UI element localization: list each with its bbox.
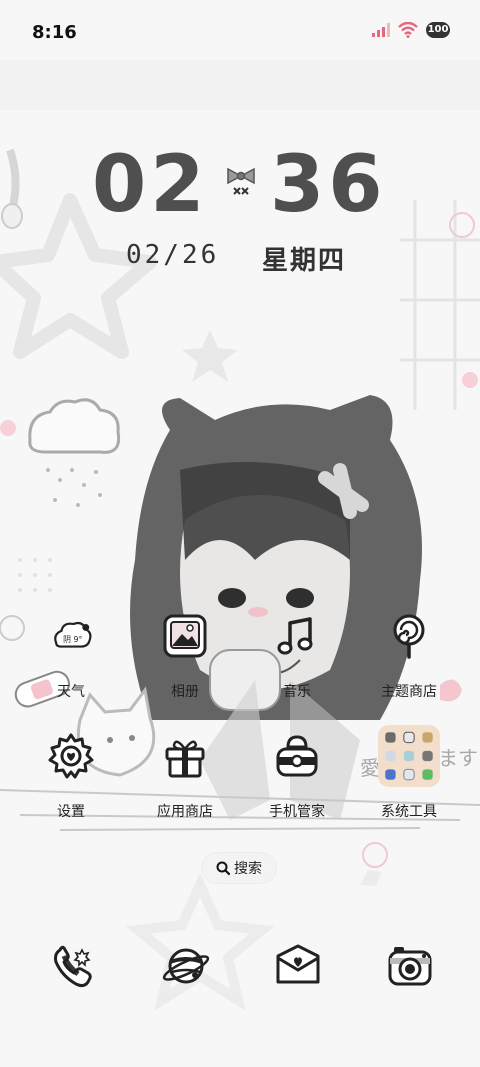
search-label: 搜索 xyxy=(234,861,262,877)
app-theme-store[interactable]: 主题商店 xyxy=(354,613,464,713)
lockclock-widget[interactable]: 02 36 xyxy=(0,140,480,230)
app-folder-system-tools[interactable]: 系统工具 xyxy=(354,725,464,833)
clock-weekday: 星期四 xyxy=(262,246,347,276)
app-gallery[interactable]: 相册 xyxy=(130,613,240,713)
app-label: 主题商店 xyxy=(381,684,437,700)
phone-icon[interactable] xyxy=(50,942,98,990)
app-label: 音乐 xyxy=(283,684,311,700)
search-button[interactable]: 搜索 xyxy=(202,853,276,883)
gear-icon xyxy=(48,733,94,779)
browser-planet-icon[interactable] xyxy=(162,942,210,990)
gift-box-icon xyxy=(165,740,205,778)
app-label: 设置 xyxy=(57,804,85,820)
bow-icon xyxy=(227,167,255,195)
signal-icon xyxy=(372,23,390,37)
app-settings[interactable]: 设置 xyxy=(16,733,126,833)
app-weather[interactable]: 阴 9° 天气 xyxy=(16,613,126,713)
app-app-store[interactable]: 应用商店 xyxy=(130,733,240,833)
app-label: 手机管家 xyxy=(269,804,325,820)
clock-minutes: 36 xyxy=(270,140,387,230)
lollipop-icon xyxy=(393,614,425,659)
photo-album-icon xyxy=(163,614,207,658)
status-time: 8:16 xyxy=(32,22,77,43)
weather-widget-text: 阴 9° xyxy=(63,635,82,644)
cloud-weather-icon: 阴 9° xyxy=(54,621,92,648)
app-phone-manager[interactable]: 手机管家 xyxy=(242,733,352,833)
camera-icon[interactable] xyxy=(386,942,434,990)
security-manager-icon xyxy=(276,735,318,777)
status-bar: 8:16 100 xyxy=(0,0,480,68)
app-label: 应用商店 xyxy=(157,804,213,820)
status-icons: 100 xyxy=(372,22,450,38)
wifi-icon xyxy=(398,22,418,38)
message-envelope-icon[interactable] xyxy=(274,942,322,990)
app-label: 相册 xyxy=(171,684,199,700)
app-label: 天气 xyxy=(57,684,85,700)
folder-icon xyxy=(378,725,440,787)
music-note-icon xyxy=(277,617,313,655)
clock-hours: 02 xyxy=(92,140,209,230)
app-music[interactable]: 音乐 xyxy=(242,613,352,713)
battery-icon: 100 xyxy=(426,22,450,38)
search-icon xyxy=(216,861,230,875)
clock-date: 02/26 xyxy=(126,240,220,270)
app-label: 系统工具 xyxy=(381,804,437,820)
